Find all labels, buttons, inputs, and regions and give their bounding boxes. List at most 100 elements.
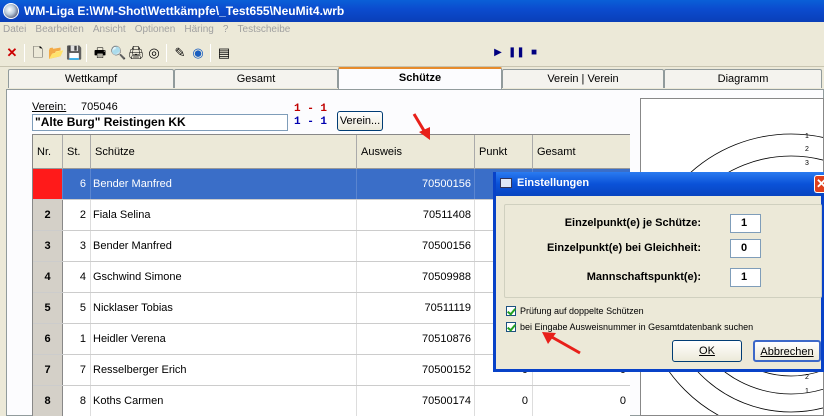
print-icon[interactable]: 🖶 [92,45,108,61]
tab-verein[interactable]: Verein | Verein [502,69,664,88]
einzelpunkt-schuetze-input[interactable]: 1 [730,214,761,233]
cancel-button[interactable]: Abbrechen [753,340,821,362]
table-header: Nr. St. Schütze Ausweis Punkt Gesamt [33,135,630,169]
row-nr-cell[interactable]: 8 [33,386,63,416]
toolbar-separator [210,44,211,62]
dialog-close-button[interactable]: ✕ [814,175,824,193]
row-ausweis-cell[interactable]: 70500156 [357,231,475,261]
annotation-arrow [412,113,430,140]
app-icon [3,3,19,19]
col-nr[interactable]: Nr. [33,135,63,169]
col-punkt[interactable]: Punkt [475,135,533,169]
dialog-title-bar[interactable]: Einstellungen [496,172,824,196]
save-icon[interactable]: 💾 [66,45,82,61]
tab-schuetze[interactable]: Schütze [338,67,502,89]
row-ausweis-cell[interactable]: 70500152 [357,355,475,385]
row-ausweis-cell[interactable]: 70511119 [357,293,475,323]
row-name-cell[interactable]: Fiala Selina [91,200,357,230]
row-name-cell[interactable]: Heidler Verena [91,324,357,354]
verein-name-field[interactable]: "Alte Burg" Reistingen KK [32,114,288,131]
einzelpunkt-gleichheit-label: Einzelpunkt(e) bei Gleichheit: [546,242,701,254]
row-st-cell[interactable]: 2 [63,200,91,230]
row-ausweis-cell[interactable]: 70500156 [357,169,475,199]
tab-bar: Wettkampf Gesamt Schütze Verein | Verein… [0,67,824,89]
dialog-icon [500,178,512,188]
row-st-cell[interactable]: 8 [63,386,91,416]
annotation-arrow [542,332,581,355]
ring-label-top: 3 [805,160,809,167]
row-st-cell[interactable]: 4 [63,262,91,292]
mannschaftspunkt-input[interactable]: 1 [730,268,761,287]
row-name-cell[interactable]: Resselberger Erich [91,355,357,385]
window-title: WM-Liga E:\WM-Shot\Wettkämpfe\_Test655\N… [24,4,345,18]
checkbox-checked-icon[interactable] [506,306,516,316]
new-file-icon[interactable]: 🗋 [30,45,46,61]
menu-datei[interactable]: Datei [0,22,29,37]
col-gesamt[interactable]: Gesamt [533,135,630,169]
play-icon[interactable]: ▶ [490,45,506,61]
menu-ansicht[interactable]: Ansicht [90,22,129,37]
row-ausweis-cell[interactable]: 70510876 [357,324,475,354]
mannschaftspunkt-label: Mannschaftspunkt(e): [586,271,701,283]
row-name-cell[interactable]: Nicklaser Tobias [91,293,357,323]
row-nr-cell[interactable]: 2 [33,200,63,230]
menu-testscheibe[interactable]: Testscheibe [235,22,294,37]
row-ausweis-cell[interactable]: 70509988 [357,262,475,292]
row-nr-cell[interactable]: 6 [33,324,63,354]
menu-haering[interactable]: Häring [181,22,216,37]
row-ausweis-cell[interactable]: 70500174 [357,386,475,416]
row-ausweis-cell[interactable]: 70511408 [357,200,475,230]
settings-dialog: Einstellungen ✕ Einzelpunkt(e) je Schütz… [493,172,824,372]
col-st[interactable]: St. [63,135,91,169]
stop-icon[interactable]: ■ [526,45,542,61]
ok-button[interactable]: OK [672,340,742,362]
pause-icon[interactable]: ❚❚ [508,45,525,61]
list-icon[interactable]: ▤ [216,45,232,61]
row-nr-cell[interactable]: 1 [33,169,63,199]
row-st-cell[interactable]: 7 [63,355,91,385]
row-nr-cell[interactable]: 3 [33,231,63,261]
row-gesamt-cell[interactable]: 0 [533,386,630,416]
print-preview-icon[interactable]: 🔍 [110,45,126,61]
verein-label: Verein: [32,101,67,113]
title-bar[interactable]: WM-Liga E:\WM-Shot\Wettkämpfe\_Test655\N… [0,0,824,22]
open-folder-icon[interactable]: 📂 [48,45,64,61]
globe-icon[interactable]: ◉ [190,45,206,61]
menu-help[interactable]: ? [220,22,232,37]
row-nr-cell[interactable]: 7 [33,355,63,385]
row-st-cell[interactable]: 3 [63,231,91,261]
close-icon[interactable]: ✕ [4,45,20,61]
row-nr-cell[interactable]: 5 [33,293,63,323]
doppelte-schuetzen-label: Prüfung auf doppelte Schützen [520,306,644,316]
row-name-cell[interactable]: Koths Carmen [91,386,357,416]
row-st-cell[interactable]: 1 [63,324,91,354]
row-name-cell[interactable]: Gschwind Simone [91,262,357,292]
checkbox-checked-icon[interactable] [506,322,516,332]
ring-label-top: 2 [805,146,809,153]
col-schuetze[interactable]: Schütze [91,135,357,169]
menu-bearbeiten[interactable]: Bearbeiten [32,22,86,37]
toolbar-separator [24,44,25,62]
row-st-cell[interactable]: 5 [63,293,91,323]
cancel-button-label: Abbrechen [760,346,814,358]
row-punkt-cell[interactable]: 0 [475,386,533,416]
tab-diagramm[interactable]: Diagramm [664,69,822,88]
tools-icon[interactable]: ✎ [172,45,188,61]
row-name-cell[interactable]: Bender Manfred [91,169,357,199]
print-setup-icon[interactable]: 🖨 [128,45,145,61]
einzelpunkt-gleichheit-input[interactable]: 0 [730,239,761,258]
row-nr-cell[interactable]: 4 [33,262,63,292]
table-row[interactable]: 8 8 Koths Carmen 70500174 0 0 [33,386,630,416]
row-name-cell[interactable]: Bender Manfred [91,231,357,261]
tab-wettkampf[interactable]: Wettkampf [8,69,174,88]
verein-button[interactable]: Verein... [337,111,383,131]
einzelpunkt-schuetze-label: Einzelpunkt(e) je Schütze: [564,217,701,229]
doppelte-schuetzen-checkbox[interactable]: Prüfung auf doppelte Schützen [506,306,644,316]
menu-optionen[interactable]: Optionen [132,22,179,37]
score-blue: 1 - 1 [294,116,328,128]
target-print-icon[interactable]: ◎ [146,45,162,61]
ok-button-label: OK [699,345,715,357]
verein-id: 705046 [81,101,118,113]
tab-gesamt[interactable]: Gesamt [174,69,338,88]
row-st-cell[interactable]: 6 [63,169,91,199]
